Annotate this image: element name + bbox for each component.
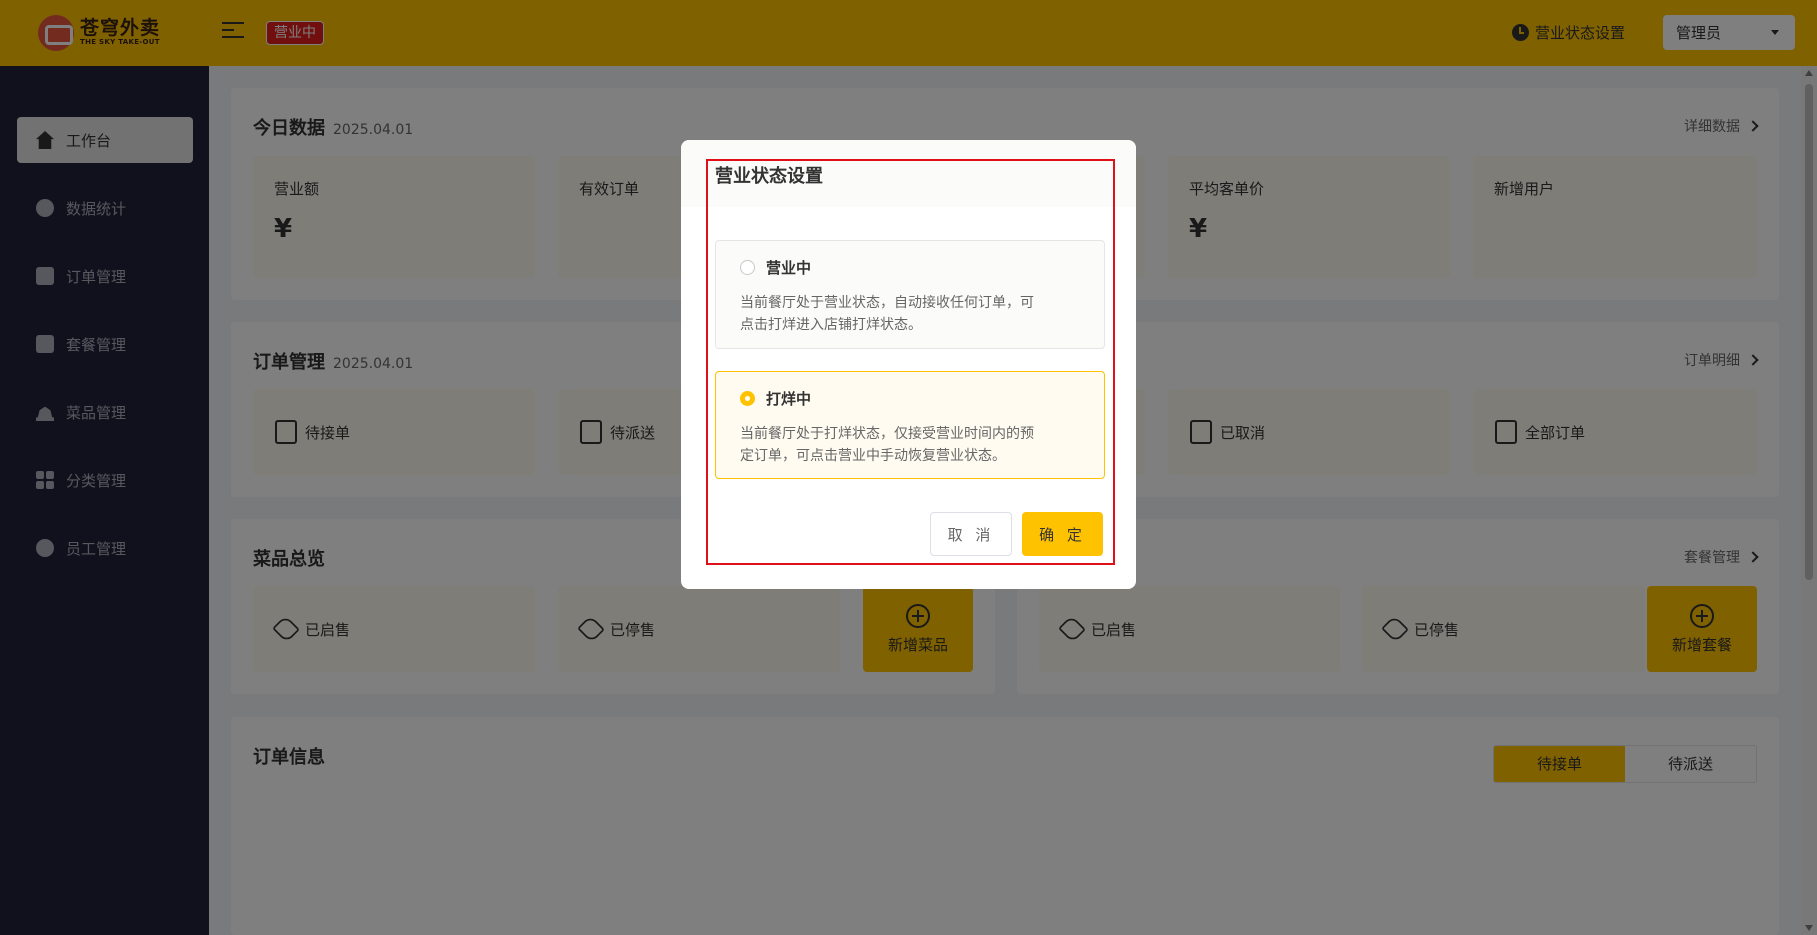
business-status-dialog: 营业状态设置 营业中 当前餐厅处于营业状态，自动接收任何订单，可 点击打烊进入店… bbox=[681, 140, 1136, 589]
highlight-box bbox=[706, 159, 1115, 565]
